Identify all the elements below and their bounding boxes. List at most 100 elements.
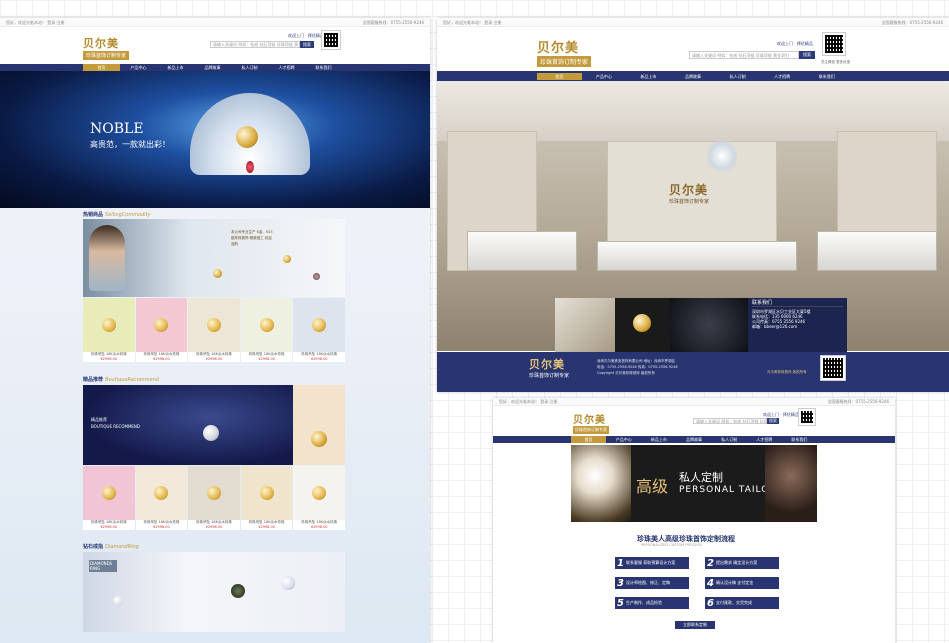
product-grid-boutique: 珍珠吊坠 18K淡水珍珠 ¥2998.00 珍珠吊坠 18K淡水珍珠 ¥2998.0… <box>83 466 345 530</box>
header: 贝尔美 珍珠首饰订制专家 请输入关键词 例如：钻戒 钻石项链 珍珠项链 黄金耳钉… <box>493 406 895 436</box>
site-homepage-panel: 您好，欢迎光临本站！ 登录 注册 全国客服热线：0755-2556-9246 贝… <box>0 18 430 643</box>
product-card[interactable]: 珍珠吊坠 18K淡水珍珠 ¥2998.00 <box>135 298 188 362</box>
custom-process: 珍珠美人高级珍珠首饰定制流程 PERSONALIZED CUSTOM PROCE… <box>571 522 817 643</box>
nav-new[interactable]: 新品上市 <box>641 436 676 443</box>
gallery-thumb[interactable] <box>555 298 615 352</box>
product-grid-hot: 珍珠吊坠 18K淡水珍珠 ¥2998.00 珍珠吊坠 18K淡水珍珠 ¥2998.0… <box>83 298 345 362</box>
header: 贝尔美 珍珠首饰订制专家 请输入关键词 例如：钻戒 钻石项链 珍珠项链 黄金耳钉… <box>437 27 949 71</box>
hero-subtitle: 高贵范，一款就出彩！ <box>90 140 170 149</box>
banner-title: 私人定制 <box>679 471 723 484</box>
product-card[interactable]: 珍珠吊坠 18K淡水珍珠 ¥2998.00 <box>293 466 345 530</box>
nav-jobs[interactable]: 人才招聘 <box>760 73 805 80</box>
banner-subtitle: PERSONAL TAILOR <box>679 485 777 495</box>
hero-banner[interactable]: NOBLE 高贵范，一款就出彩！ <box>0 71 430 208</box>
search-button[interactable]: 搜索 <box>799 51 815 59</box>
process-step: 3 设计师绘图、修正、定稿 <box>615 577 689 589</box>
process-subtitle: PERSONALIZED CUSTOM PROCESS <box>641 543 702 547</box>
personal-tailor-banner[interactable]: 高级 私人定制 PERSONAL TAILOR <box>571 445 817 522</box>
search-input[interactable]: 请输入关键词 例如：钻戒 钻石项链 珍珠项链 黄金耳钉 <box>689 51 799 59</box>
nav-products[interactable]: 产品中心 <box>582 73 627 80</box>
header: 贝尔美 珍珠首饰订制专家 请输入关键词 例如：钻戒 钻石项链 珍珠项链 黄金耳钉… <box>0 27 430 64</box>
pearl-image <box>236 126 258 148</box>
nav-contact[interactable]: 联系我们 <box>305 64 342 71</box>
site-logo[interactable]: 贝尔美 珍珠首饰订制专家 <box>537 37 592 67</box>
display-counter <box>467 231 577 271</box>
search-input[interactable]: 请输入关键词 例如：钻戒 钻石项链 珍珠项链 黄金耳钉 <box>693 418 767 424</box>
search-button[interactable]: 搜索 <box>767 418 779 424</box>
ruby-image <box>246 161 254 173</box>
top-bar: 您好，欢迎光临本站！ 登录 注册 全国客服热线：0755-2556-9246 <box>0 18 430 27</box>
search-input[interactable]: 请输入关键词 例如：钻戒 钻石项链 珍珠项链 黄金耳钉 <box>210 41 300 48</box>
search-button[interactable]: 搜索 <box>300 41 314 48</box>
nav-brand[interactable]: 品牌故事 <box>194 64 231 71</box>
product-card[interactable]: 珍珠吊坠 18K淡水珍珠 ¥2998.00 <box>240 466 293 530</box>
pearls-image <box>765 445 817 522</box>
pearl-image <box>283 255 291 263</box>
boutique-banner[interactable]: 精品推荐 BOUTIQUE RECOMMEND <box>83 385 293 465</box>
nav-brand[interactable]: 品牌故事 <box>671 73 716 80</box>
hot-text: 欢迎上门 · 择优精品 <box>777 41 813 46</box>
black-pearl-image <box>231 584 245 598</box>
process-step: 6 支付尾款、交货完成 <box>705 597 779 609</box>
display-counter <box>817 231 937 271</box>
main-nav: 首页 产品中心 新品上市 品牌故事 私人订制 人才招聘 联系我们 <box>493 436 895 443</box>
gallery-thumb[interactable] <box>670 298 748 352</box>
custom-page-panel: 您好，欢迎光临本站！ 登录 注册 全国客服热线：0755-2556-9246 贝… <box>493 398 895 643</box>
nav-jobs[interactable]: 人才招聘 <box>268 64 305 71</box>
search-box: 请输入关键词 例如：钻戒 钻石项链 珍珠项链 黄金耳钉 搜索 <box>693 418 779 424</box>
nav-contact[interactable]: 联系我们 <box>782 436 817 443</box>
top-bar-left[interactable]: 您好，欢迎光临本站！ 登录 注册 <box>6 18 65 26</box>
nav-home[interactable]: 首页 <box>537 72 582 80</box>
product-card[interactable]: 珍珠吊坠 18K淡水珍珠 ¥2998.00 <box>135 466 188 530</box>
nav-jobs[interactable]: 人才招聘 <box>747 436 782 443</box>
gallery-thumb[interactable] <box>615 298 670 352</box>
product-card[interactable]: 珍珠吊坠 18K淡水珍珠 ¥2998.00 <box>188 298 240 362</box>
product-card[interactable]: 珍珠吊坠 18K淡水珍珠 ¥2998.00 <box>293 298 345 362</box>
section-title-hot: 热销商品 SellingCommodity <box>83 212 151 218</box>
pearl-image <box>281 576 295 590</box>
contact-custom-button[interactable]: 立即联系定制 <box>675 621 715 629</box>
qr-caption: 关注微信 更多优惠 <box>821 60 851 64</box>
process-step: 1 联系客服 获取预算设计方案 <box>615 557 689 569</box>
ring-image <box>571 445 631 522</box>
footer-logo[interactable]: 贝尔美 珍珠首饰订制专家 <box>529 356 569 379</box>
footer-info: 深圳贝尔美珠宝首饰有限公司 地址：深圳市罗湖区 电话：0755-2556-924… <box>597 359 678 375</box>
qr-code-icon <box>798 408 816 426</box>
nav-custom[interactable]: 私人订制 <box>231 64 268 71</box>
side-product-image[interactable] <box>293 385 345 465</box>
chandelier-image <box>707 136 737 176</box>
hotline: 全国客服热线：0755-2556-9246 <box>362 20 424 25</box>
search-box: 请输入关键词 例如：钻戒 钻石项链 珍珠项链 黄金耳钉 搜索 <box>689 51 815 59</box>
product-card[interactable]: 珍珠吊坠 18K淡水珍珠 ¥2998.00 <box>83 298 135 362</box>
site-footer: 贝尔美 珍珠首饰订制专家 深圳贝尔美珠宝首饰有限公司 地址：深圳市罗湖区 电话：… <box>437 352 949 392</box>
nav-home[interactable]: 首页 <box>571 436 607 443</box>
nav-contact[interactable]: 联系我们 <box>804 73 849 80</box>
promo-banner[interactable]: 本公司专业生产 K金、925银珍珠首饰 精致做工 欢迎选购 <box>83 219 345 297</box>
hot-text: 欢迎上门 · 择优精品 <box>288 33 324 38</box>
nav-home[interactable]: 首页 <box>83 64 120 71</box>
product-card[interactable]: 珍珠吊坠 18K淡水珍珠 ¥2998.00 <box>240 298 293 362</box>
diamond-banner[interactable]: DIAMONDS RING <box>83 552 345 632</box>
section-title-diamond: 钻石戒指 DiamondRing <box>83 544 139 550</box>
nav-brand[interactable]: 品牌故事 <box>676 436 711 443</box>
showcase-canvas: 您好，欢迎光临本站！ 登录 注册 全国客服热线：0755-2556-9246 贝… <box>0 0 949 643</box>
nav-products[interactable]: 产品中心 <box>606 436 641 443</box>
nav-custom[interactable]: 私人订制 <box>715 73 760 80</box>
qr-code-icon <box>822 32 846 56</box>
footer-link[interactable]: 贝尔美珍珠首饰 版权所有 <box>767 370 807 375</box>
site-logo[interactable]: 贝尔美 珍珠首饰订制专家 <box>83 35 130 60</box>
qr-code-icon <box>820 355 846 381</box>
store-page-panel: 您好，欢迎光临本站！ 登录 注册 全国客服热线：0755-2556-9246 贝… <box>437 18 949 392</box>
nav-custom[interactable]: 私人订制 <box>712 436 747 443</box>
qr-code-icon <box>321 30 341 50</box>
product-card[interactable]: 珍珠吊坠 18K淡水珍珠 ¥2998.00 <box>83 466 135 530</box>
product-card[interactable]: 珍珠吊坠 18K淡水珍珠 ¥2998.00 <box>188 466 240 530</box>
nav-products[interactable]: 产品中心 <box>120 64 157 71</box>
process-step: 5 生产制作、成品检验 <box>615 597 689 609</box>
hero-title: NOBLE <box>90 121 144 137</box>
main-nav: 首页 产品中心 新品上市 品牌故事 私人订制 人才招聘 联系我们 <box>0 64 430 71</box>
nav-new[interactable]: 新品上市 <box>626 73 671 80</box>
hot-text: 欢迎上门 · 择优精品 <box>763 412 799 417</box>
site-logo[interactable]: 贝尔美 珍珠首饰订制专家 <box>573 411 609 434</box>
nav-new[interactable]: 新品上市 <box>157 64 194 71</box>
